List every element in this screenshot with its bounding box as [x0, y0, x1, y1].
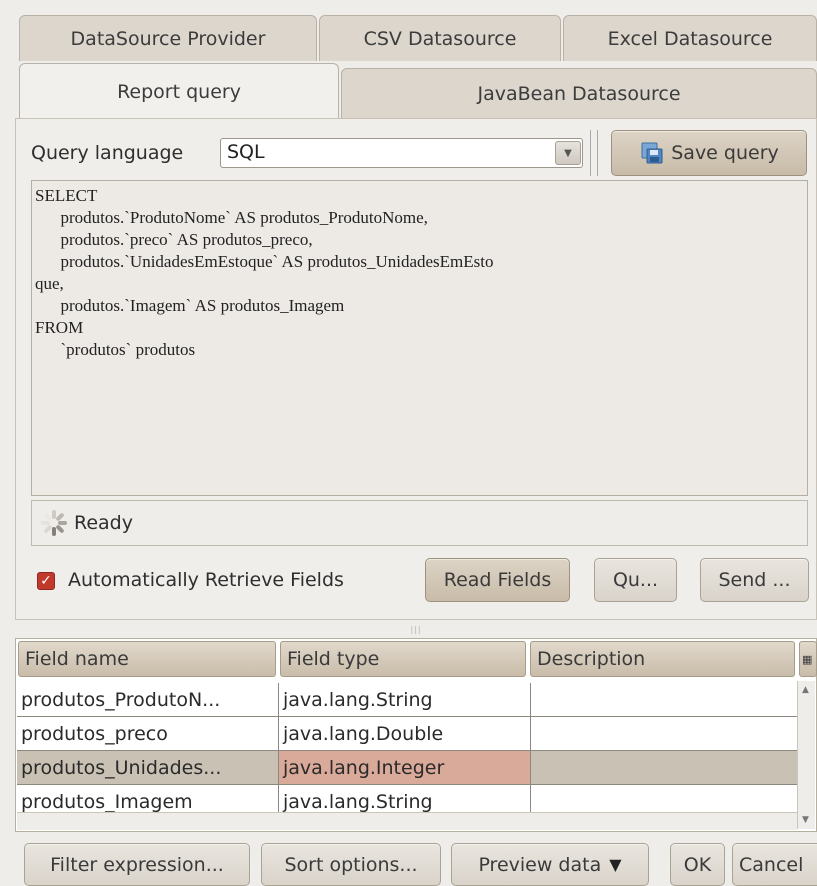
query-language-value: SQL [227, 141, 265, 163]
query-language-select[interactable]: SQL ▼ [220, 138, 583, 168]
column-header-label: Field type [287, 648, 380, 670]
tab-label: Excel Datasource [607, 27, 773, 50]
ok-label: OK [683, 853, 712, 876]
tab-label: CSV Datasource [363, 27, 517, 50]
column-header-label: Field name [25, 648, 129, 670]
column-header-description[interactable]: Description [530, 641, 795, 677]
grip-icon: ||| [410, 624, 422, 634]
tab-label: JavaBean Datasource [477, 83, 681, 105]
filter-expression-label: Filter expression... [50, 853, 224, 876]
auto-retrieve-checkbox[interactable]: ✓ [37, 572, 55, 590]
query-designer-button[interactable]: Qu... [594, 558, 677, 602]
description-cell[interactable] [531, 717, 799, 751]
save-query-label: Save query [671, 142, 779, 164]
scroll-up-icon[interactable]: ▲ [802, 685, 809, 695]
field-name-cell: produtos_Unidades... [17, 751, 279, 785]
query-designer-label: Qu... [612, 569, 659, 591]
sort-options-button[interactable]: Sort options... [261, 843, 441, 886]
query-language-label: Query language [31, 142, 184, 164]
send-label: Send ... [718, 569, 791, 591]
read-fields-label: Read Fields [443, 569, 552, 591]
column-header-label: Description [537, 648, 646, 670]
preview-data-label: Preview data [478, 853, 602, 876]
read-fields-button[interactable]: Read Fields [425, 558, 570, 602]
send-button[interactable]: Send ... [700, 558, 809, 602]
splitter-handle[interactable]: ||| [15, 622, 817, 636]
description-cell[interactable] [531, 683, 799, 717]
status-text: Ready [74, 512, 133, 534]
save-query-button[interactable]: Save query [611, 130, 807, 176]
table-row[interactable]: produtos_preco java.lang.Double [17, 717, 799, 751]
auto-retrieve-label: Automatically Retrieve Fields [68, 569, 344, 591]
preview-data-button[interactable]: Preview data ▼ [451, 843, 649, 886]
tab-csv-datasource[interactable]: CSV Datasource [319, 15, 561, 61]
sql-editor[interactable]: SELECT produtos.`ProdutoNome` AS produto… [31, 180, 808, 496]
sort-options-label: Sort options... [284, 853, 418, 876]
spinner-icon [40, 509, 68, 537]
column-header-field-name[interactable]: Field name [18, 641, 276, 677]
field-name-cell: produtos_ProdutoN... [17, 683, 279, 717]
triangle-down-icon: ▼ [609, 855, 622, 874]
save-icon [639, 142, 663, 164]
column-header-field-type[interactable]: Field type [280, 641, 526, 677]
filter-expression-button[interactable]: Filter expression... [24, 843, 250, 886]
field-name-cell: produtos_preco [17, 717, 279, 751]
tab-report-query[interactable]: Report query [19, 63, 339, 119]
field-type-cell: java.lang.Integer [279, 751, 531, 785]
field-type-cell: java.lang.String [279, 683, 531, 717]
ok-button[interactable]: OK [670, 843, 725, 886]
table-row[interactable]: produtos_ProdutoN... java.lang.String [17, 683, 799, 717]
checkmark-icon: ✓ [40, 573, 52, 589]
horizontal-scrollbar[interactable] [17, 812, 797, 830]
tab-javabean-datasource[interactable]: JavaBean Datasource [341, 68, 817, 119]
cancel-button[interactable]: Cancel [732, 843, 817, 886]
field-type-cell: java.lang.Double [279, 717, 531, 751]
description-cell[interactable] [531, 751, 799, 785]
tab-label: DataSource Provider [70, 27, 266, 50]
cancel-label: Cancel [739, 853, 804, 876]
vertical-scrollbar[interactable]: ▲ ▼ [797, 681, 815, 829]
tab-excel-datasource[interactable]: Excel Datasource [563, 15, 817, 61]
tab-datasource-provider[interactable]: DataSource Provider [19, 15, 317, 61]
splitter-handle[interactable] [590, 130, 598, 176]
table-row[interactable]: produtos_Unidades... java.lang.Integer [17, 751, 799, 785]
fields-table: Field name Field type Description ▦ prod… [15, 638, 817, 832]
tab-label: Report query [117, 80, 241, 103]
column-picker-icon[interactable]: ▦ [799, 641, 817, 677]
scroll-down-icon[interactable]: ▼ [802, 815, 809, 825]
chevron-down-icon[interactable]: ▼ [555, 141, 581, 165]
status-bar: Ready [31, 500, 808, 546]
